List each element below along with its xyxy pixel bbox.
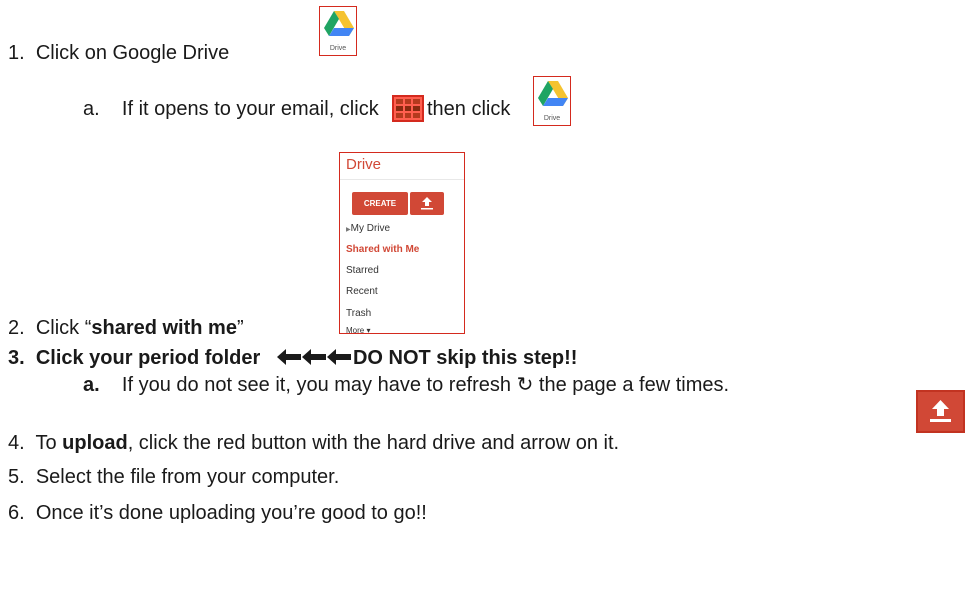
left-arrows-icon bbox=[276, 349, 351, 365]
drive-sidebar-panel: Drive CREATE ▶My Drive Shared with Me St… bbox=[339, 152, 465, 335]
step-text-pre: Click “ bbox=[35, 317, 92, 339]
upload-button[interactable] bbox=[410, 192, 444, 215]
drive-panel-title: Drive bbox=[346, 156, 382, 173]
step-text-bold: upload bbox=[62, 432, 128, 454]
drive-icon: Drive bbox=[319, 6, 357, 56]
upload-button[interactable] bbox=[916, 390, 965, 433]
step-text-post: ” bbox=[236, 317, 244, 339]
step-1: 1. Click on Google Drive bbox=[8, 41, 229, 65]
step-number: 2. bbox=[8, 317, 25, 339]
apps-grid-icon bbox=[392, 95, 424, 122]
step-number: 5. bbox=[8, 466, 25, 488]
sidebar-item-trash[interactable]: Trash bbox=[346, 308, 371, 319]
step-text-bold: shared with me bbox=[91, 317, 237, 339]
create-button[interactable]: CREATE bbox=[352, 192, 408, 215]
drive-icon: Drive bbox=[533, 76, 571, 126]
step-2: 2. Click “shared with me” bbox=[8, 316, 244, 340]
drive-icon-caption: Drive bbox=[543, 115, 561, 122]
step-1a-then: then click bbox=[427, 97, 510, 121]
step-text-post: , click the red button with the hard dri… bbox=[127, 432, 620, 454]
drive-logo-icon bbox=[538, 81, 568, 106]
step-letter: a. bbox=[83, 98, 100, 120]
step-3a: a. If you do not see it, you may have to… bbox=[83, 373, 729, 397]
drive-logo-icon bbox=[324, 11, 354, 36]
step-text-pre: To bbox=[35, 432, 57, 454]
sidebar-item-more[interactable]: More ▾ bbox=[346, 326, 370, 335]
step-1a: a. If it opens to your email, click bbox=[83, 97, 379, 121]
step-text: Click your period folder bbox=[35, 347, 261, 369]
step-text-post: the page a few times. bbox=[538, 374, 730, 396]
divider bbox=[340, 179, 464, 180]
step-number: 4. bbox=[8, 432, 25, 454]
step-6: 6. Once it’s done uploading you’re good … bbox=[8, 501, 427, 525]
sidebar-item-recent[interactable]: Recent bbox=[346, 286, 378, 297]
step-text: If you do not see it, you may have to re… bbox=[121, 374, 512, 396]
upload-arrow-icon bbox=[930, 400, 951, 422]
sidebar-item-starred[interactable]: Starred bbox=[346, 265, 379, 276]
sidebar-item-shared-with-me[interactable]: Shared with Me bbox=[346, 244, 419, 255]
upload-arrow-icon bbox=[421, 197, 433, 210]
drive-icon-caption: Drive bbox=[329, 45, 347, 52]
sidebar-item-my-drive[interactable]: ▶My Drive bbox=[346, 223, 390, 234]
step-text: Select the file from your computer. bbox=[35, 466, 340, 488]
step-4: 4. To upload, click the red button with … bbox=[8, 431, 619, 455]
step-number: 1. bbox=[8, 42, 25, 64]
step-text: Click on Google Drive bbox=[35, 42, 230, 64]
step-number: 3. bbox=[8, 347, 25, 369]
step-text: If it opens to your email, click bbox=[121, 98, 379, 120]
step-text: Once it’s done uploading you’re good to … bbox=[35, 502, 427, 524]
warning-text: DO NOT skip this step!! bbox=[352, 347, 578, 369]
step-5: 5. Select the file from your computer. bbox=[8, 465, 339, 489]
step-number: 6. bbox=[8, 502, 25, 524]
sidebar-item-label: My Drive bbox=[350, 223, 391, 234]
step-letter: a. bbox=[83, 374, 100, 396]
refresh-icon: ↻ bbox=[516, 374, 534, 396]
step-text: then click bbox=[427, 98, 511, 120]
step-3: 3. Click your period folder DO NOT skip … bbox=[8, 346, 577, 370]
